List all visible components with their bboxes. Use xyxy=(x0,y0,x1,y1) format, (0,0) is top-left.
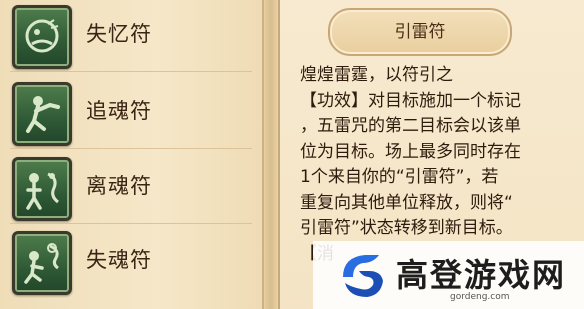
watermark-title: 高登游戏网 xyxy=(396,256,567,294)
soul-separation-charm-icon xyxy=(12,157,72,221)
skill-item-amnesia[interactable]: 失忆符 xyxy=(0,0,262,72)
skill-list-panel: 失忆符 追魂符 离魂符 失魂符 xyxy=(0,0,264,309)
skill-description: 煌煌雷霆，以符引之 【功效】对目标施加一个标记 ，五雷咒的第二目标会以该单 位为… xyxy=(300,63,584,267)
watermark-url: gordeng.com xyxy=(450,292,510,302)
skill-label: 离魂符 xyxy=(86,174,152,198)
skill-label: 失魂符 xyxy=(86,248,152,272)
description-line: 位为目标。场上最多同时存在 xyxy=(300,141,521,162)
skill-item-soul-chase[interactable]: 追魂符 xyxy=(0,77,262,149)
divider xyxy=(10,71,252,72)
description-line: 【功效】对目标施加一个标记 xyxy=(300,90,521,111)
description-line: 1个来自你的“引雷符”，若 xyxy=(300,167,499,187)
watermark-logo-icon xyxy=(333,247,389,307)
soul-chase-charm-icon xyxy=(12,82,72,146)
soul-loss-charm-icon xyxy=(12,231,72,295)
skill-label: 失忆符 xyxy=(86,22,152,46)
divider xyxy=(10,223,252,224)
panel-divider xyxy=(264,0,280,309)
description-line: ，五雷咒的第二目标会以该单 xyxy=(300,116,521,136)
description-line: 引雷符”状态转移到新目标。 xyxy=(300,218,513,238)
skill-label: 追魂符 xyxy=(86,99,152,123)
amnesia-charm-icon xyxy=(12,5,72,69)
skill-item-soul-loss[interactable]: 失魂符 xyxy=(0,226,262,298)
divider xyxy=(10,148,252,149)
skill-title-banner: 引雷符 xyxy=(328,8,512,56)
skill-item-soul-separation[interactable]: 离魂符 xyxy=(0,152,262,224)
description-line: 重复向其他单位释放，则将“ xyxy=(300,192,513,213)
skill-title: 引雷符 xyxy=(394,22,446,42)
description-line: 煌煌雷霆，以符引之 xyxy=(300,65,453,85)
